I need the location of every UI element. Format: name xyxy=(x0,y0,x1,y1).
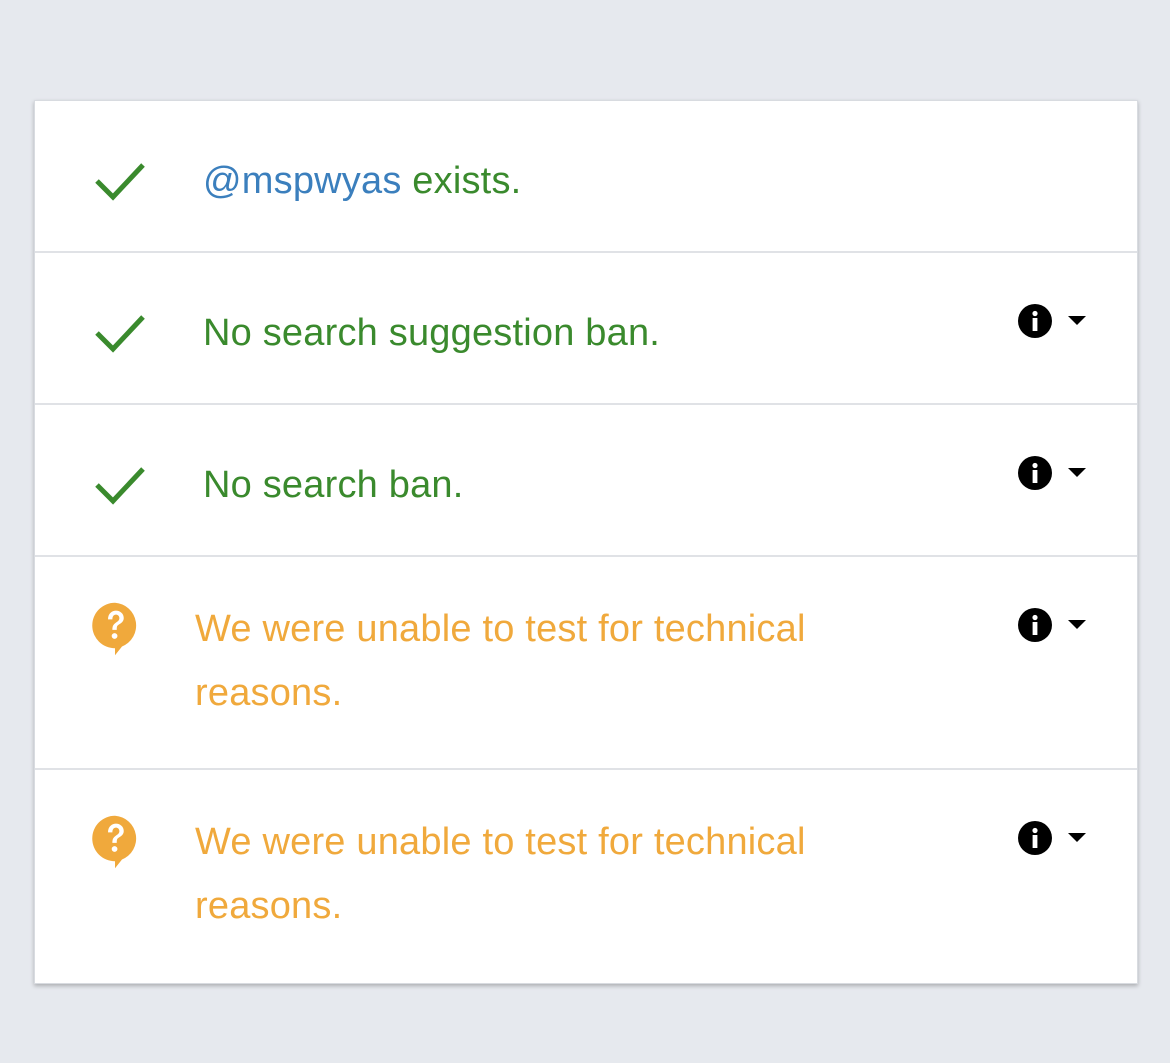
details-toggle[interactable] xyxy=(1017,303,1087,339)
chevron-down-icon[interactable] xyxy=(1067,619,1087,631)
chevron-down-icon[interactable] xyxy=(1067,315,1087,327)
results-card: @mspwyas exists. No search suggestion ba… xyxy=(34,100,1138,984)
details-toggle[interactable] xyxy=(1017,820,1087,856)
chevron-down-icon[interactable] xyxy=(1067,467,1087,479)
details-toggle[interactable] xyxy=(1017,607,1087,643)
details-toggle[interactable] xyxy=(1017,455,1087,491)
result-text: No search ban. xyxy=(203,464,464,506)
result-row-search-suggestion-ban: No search suggestion ban. xyxy=(35,253,1137,405)
info-icon[interactable] xyxy=(1017,820,1053,856)
result-row-unknown-2: We were unable to test for technical rea… xyxy=(35,770,1137,983)
result-row-exists: @mspwyas exists. xyxy=(35,101,1137,253)
check-icon xyxy=(95,467,145,505)
info-icon[interactable] xyxy=(1017,455,1053,491)
check-icon xyxy=(95,315,145,353)
result-row-search-ban: No search ban. xyxy=(35,405,1137,557)
result-row-unknown-1: We were unable to test for technical rea… xyxy=(35,557,1137,770)
result-text: No search suggestion ban. xyxy=(203,312,661,354)
result-text: @mspwyas exists. xyxy=(203,149,521,213)
chevron-down-icon[interactable] xyxy=(1067,832,1087,844)
info-icon[interactable] xyxy=(1017,303,1053,339)
question-bubble-icon xyxy=(92,815,137,869)
info-icon[interactable] xyxy=(1017,607,1053,643)
result-text: We were unable to test for technical rea… xyxy=(195,821,806,927)
username-link[interactable]: @mspwyas xyxy=(203,160,402,202)
result-text-suffix: exists. xyxy=(401,160,522,202)
result-text: We were unable to test for technical rea… xyxy=(195,608,806,714)
check-icon xyxy=(95,163,145,201)
question-bubble-icon xyxy=(92,602,137,656)
